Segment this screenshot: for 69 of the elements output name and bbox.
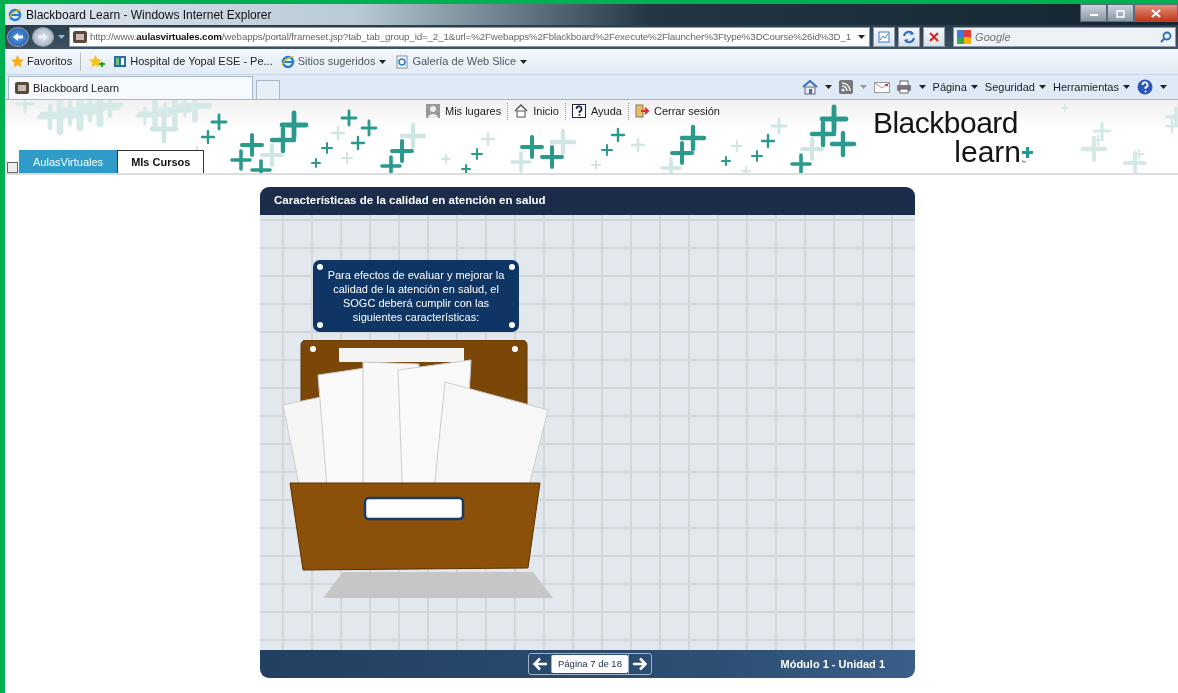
minimize-button[interactable] xyxy=(1080,4,1107,22)
stop-button[interactable] xyxy=(923,27,946,47)
refresh-button[interactable] xyxy=(898,27,921,47)
logo-text: Blackboard xyxy=(872,108,1018,138)
person-icon xyxy=(426,104,440,119)
caret-icon[interactable] xyxy=(823,83,833,91)
command-menu[interactable]: Página xyxy=(932,78,979,96)
module-label: Módulo 1 - Unidad 1 xyxy=(780,656,885,672)
door-arrow-icon xyxy=(634,104,649,119)
caret-icon xyxy=(969,83,979,91)
refresh-icon xyxy=(902,30,917,44)
command-menu[interactable]: Herramientas xyxy=(1052,78,1131,96)
favorites-button[interactable]: Favoritos xyxy=(11,53,73,70)
forward-button[interactable] xyxy=(32,27,54,47)
search-icon[interactable] xyxy=(1160,31,1172,43)
caret-icon[interactable] xyxy=(857,33,867,41)
feeds-icon[interactable] xyxy=(838,80,853,94)
restore-icon xyxy=(1115,8,1126,18)
site-favicon-icon xyxy=(73,31,87,43)
compatibility-button[interactable] xyxy=(873,27,896,47)
header-link[interactable]: Ayuda xyxy=(564,103,628,120)
mail-icon[interactable] xyxy=(873,81,890,93)
home-icon[interactable] xyxy=(801,79,818,95)
command-menu[interactable]: Seguridad xyxy=(984,78,1047,96)
forward-arrow-icon xyxy=(37,32,49,42)
caret-icon[interactable] xyxy=(1159,83,1168,91)
window-title: Blackboard Learn - Windows Internet Explorer xyxy=(26,6,272,24)
print-icon[interactable] xyxy=(895,80,912,94)
arrow-right-icon xyxy=(631,657,648,671)
page-indicator: Página 7 de 18 xyxy=(551,654,628,674)
ie-logo-icon xyxy=(280,54,295,69)
home-icon xyxy=(514,104,529,119)
search-box[interactable]: Google xyxy=(953,27,1176,47)
favorite-link[interactable]: Sitios sugeridos xyxy=(280,53,388,70)
help-icon[interactable] xyxy=(1137,79,1153,95)
restore-button[interactable] xyxy=(1107,4,1134,22)
callout-text: Para efectos de evaluar y mejorar la calidad de la atención en salud, el SOGC deberá cumplir con las siguientes características: xyxy=(327,269,505,323)
back-button[interactable] xyxy=(7,27,29,47)
site-icon xyxy=(113,54,128,69)
portal-tab[interactable]: MIs Cursos xyxy=(117,149,205,173)
close-icon xyxy=(1151,8,1161,18)
caret-icon xyxy=(1037,83,1047,91)
caret-icon[interactable] xyxy=(917,83,927,91)
close-button[interactable] xyxy=(1134,4,1178,22)
panel-title: Características de la calidad en atención en salud xyxy=(274,193,546,209)
google-logo-icon xyxy=(957,30,972,44)
favorite-link[interactable]: Hospital de Yopal ESE - Pe... xyxy=(113,53,273,70)
page-icon xyxy=(395,54,410,69)
help-icon xyxy=(571,104,586,119)
logo-subtext: learn xyxy=(954,138,1021,166)
star-icon xyxy=(11,55,24,68)
back-arrow-icon xyxy=(12,32,24,42)
site-favicon-icon xyxy=(15,82,29,94)
collapse-button[interactable] xyxy=(7,162,18,173)
add-favorite-icon[interactable] xyxy=(89,54,106,69)
url-text: http://www.aulasvirtuales.com/webapps/portal/frameset.jsp?tab_tab_group_id=_2_1&url=%2Fwebapps%2Fblackboard%2Fexecute%2Flauncher%3Ftype%3DCourse%26id%3D_1 xyxy=(90,29,852,44)
browser-tab[interactable]: Blackboard Learn xyxy=(8,76,253,99)
caret-icon xyxy=(1122,83,1131,91)
compatibility-icon xyxy=(877,30,892,44)
plus-icon xyxy=(1021,145,1034,159)
header-link[interactable]: Cerrar sesión xyxy=(627,103,726,120)
header-link[interactable]: Mis lugares xyxy=(420,103,508,120)
header-link[interactable]: Inicio xyxy=(507,103,565,120)
address-field[interactable]: http://www.aulasvirtuales.com/webapps/portal/frameset.jsp?tab_tab_group_id=_2_1&url=%2Fwebapps%2Fblackboard%2Fexecute%2Flauncher%3Ftype%3DCourse%26id%3D_1 xyxy=(69,27,871,47)
ie-logo-icon xyxy=(8,7,22,22)
stop-icon xyxy=(928,31,941,43)
favorite-link[interactable]: Galería de Web Slice xyxy=(395,53,529,70)
search-field[interactable]: Google xyxy=(975,28,1156,46)
arrow-left-icon xyxy=(532,657,548,671)
